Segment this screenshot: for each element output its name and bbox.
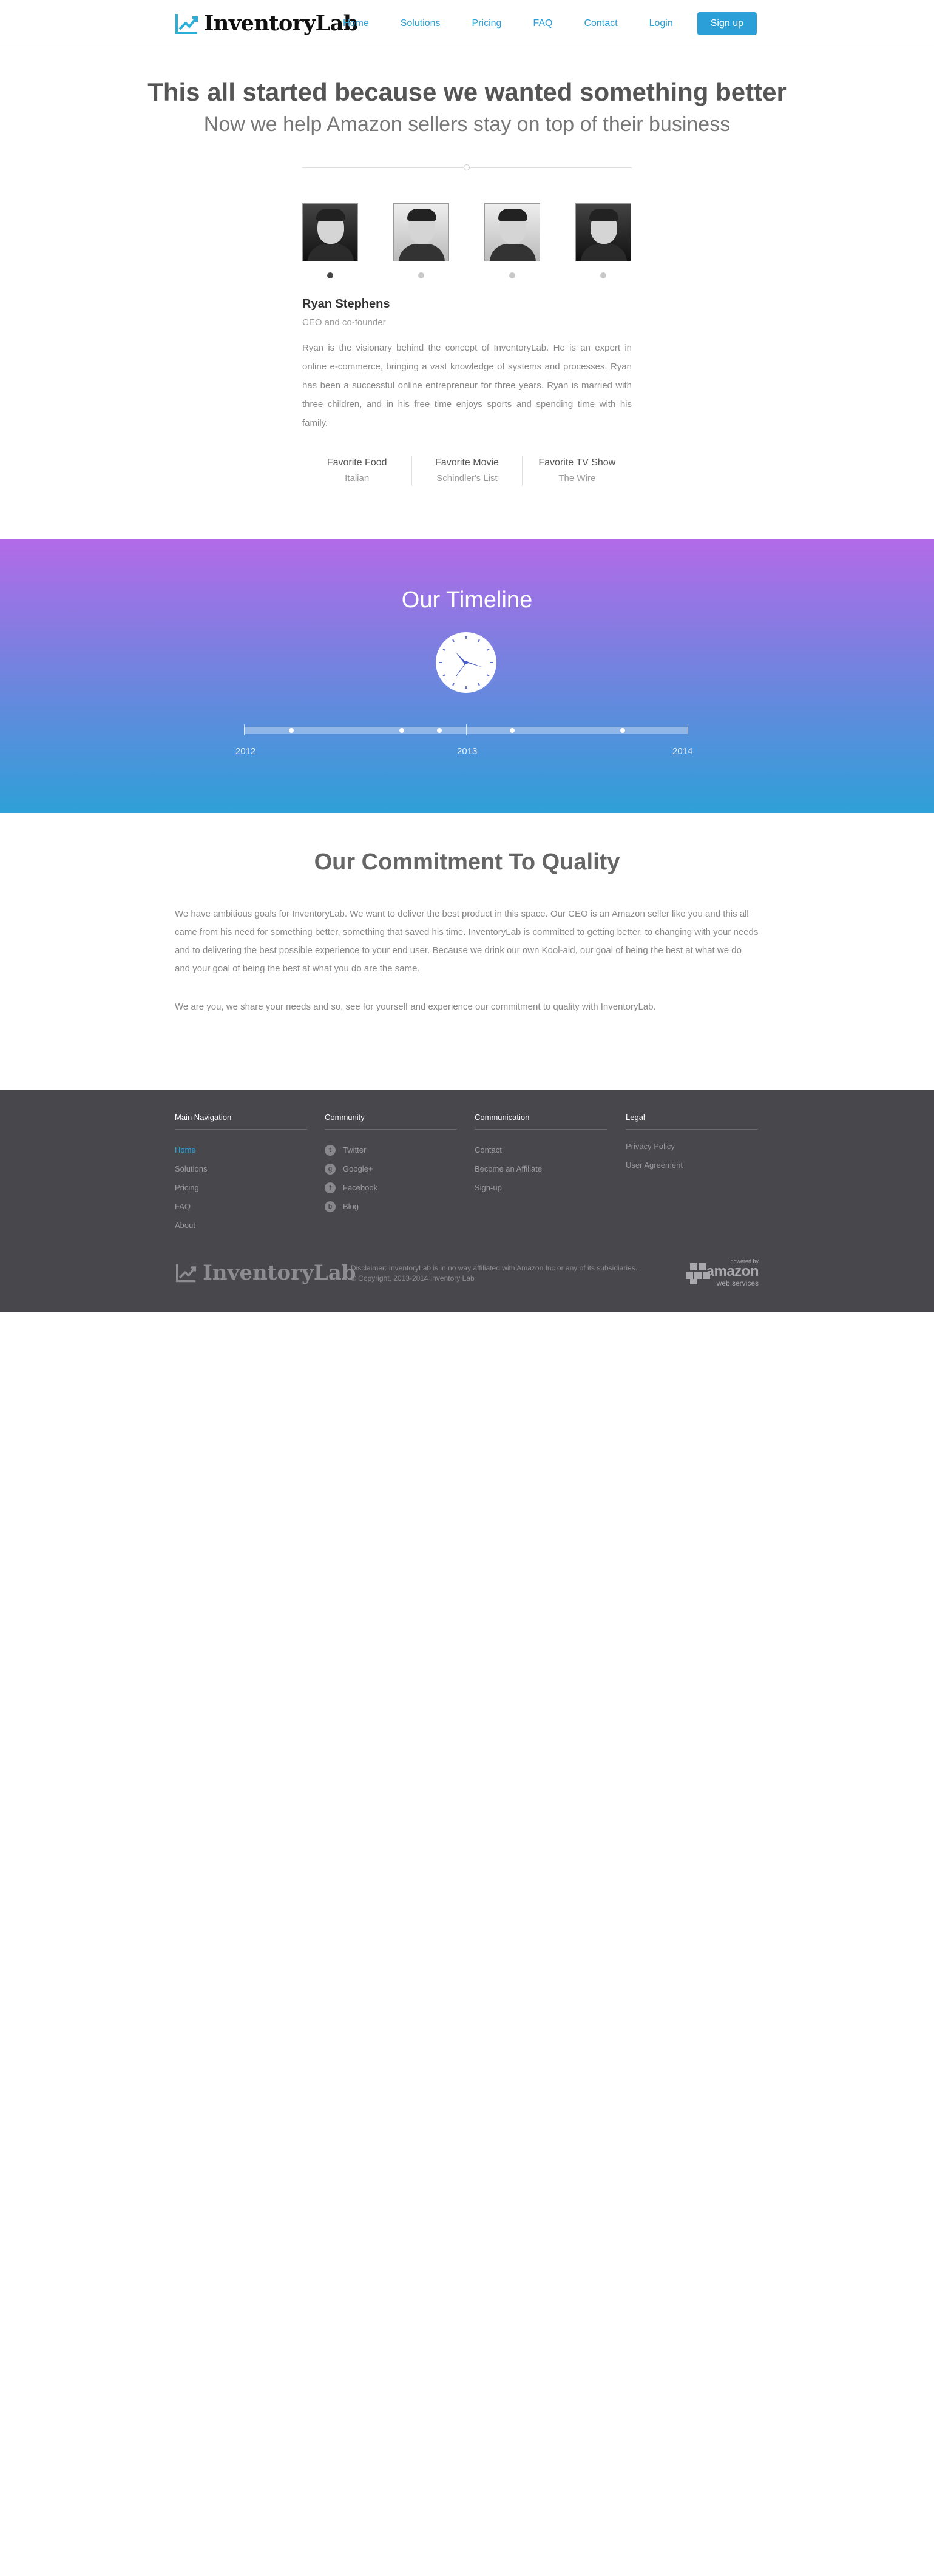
person-name: Ryan Stephens	[302, 297, 390, 311]
favorite-movie: Favorite Movie Schindler's List	[411, 456, 521, 486]
facebook-icon: f	[325, 1182, 336, 1193]
favorite-tv-show: Favorite TV Show The Wire	[521, 456, 632, 486]
page-title: This all started because we wanted somet…	[147, 78, 787, 106]
footer-link-blog[interactable]: b Blog	[325, 1197, 457, 1216]
footer-link-home[interactable]: Home	[175, 1141, 307, 1159]
footer-heading: Legal	[626, 1113, 758, 1130]
timeline-title: Our Timeline	[401, 587, 533, 613]
favorites: Favorite Food Italian Favorite Movie Sch…	[302, 456, 632, 486]
person-bio: Ryan is the visionary behind the concept…	[302, 343, 632, 428]
main-nav: Home Solutions Pricing FAQ Contact Login…	[311, 12, 757, 35]
timeline-event-dot[interactable]	[289, 728, 294, 733]
footer-link-faq[interactable]: FAQ	[175, 1197, 307, 1216]
nav-solutions[interactable]: Solutions	[401, 18, 441, 29]
chart-trend-icon	[175, 13, 198, 34]
google-plus-icon: g	[325, 1163, 336, 1175]
footer-link-privacy[interactable]: Privacy Policy	[626, 1137, 758, 1156]
footer-legal: Legal Privacy Policy User Agreement	[626, 1113, 758, 1175]
nav-contact[interactable]: Contact	[584, 18, 617, 29]
disclaimer-text: Disclaimer: InventoryLab is in no way af…	[351, 1264, 637, 1272]
twitter-icon: t	[325, 1144, 336, 1156]
signup-button[interactable]: Sign up	[697, 12, 757, 35]
timeline-event-dot[interactable]	[399, 728, 404, 733]
team-selector-dot[interactable]	[509, 272, 515, 278]
favorite-value: Italian	[345, 473, 370, 484]
favorite-value: Schindler's List	[436, 473, 498, 484]
footer-link-facebook[interactable]: f Facebook	[325, 1178, 457, 1197]
nav-login[interactable]: Login	[649, 18, 673, 29]
footer-link-affiliate[interactable]: Become an Affiliate	[475, 1159, 607, 1178]
timeline-tick	[466, 724, 467, 735]
footer-logo[interactable]: InventoryLab	[175, 1261, 356, 1285]
team-selector-dot[interactable]	[327, 272, 333, 278]
footer-link-label: Twitter	[343, 1145, 367, 1155]
footer-link-user-agreement[interactable]: User Agreement	[626, 1156, 758, 1175]
footer-heading: Main Navigation	[175, 1113, 307, 1130]
nav-pricing[interactable]: Pricing	[472, 18, 502, 29]
footer-link-twitter[interactable]: t Twitter	[325, 1141, 457, 1159]
footer-heading: Community	[325, 1113, 457, 1130]
timeline-tick	[244, 724, 245, 735]
timeline-section: Our Timeline 2012 2013 2014	[0, 539, 934, 813]
team-selector-dot[interactable]	[600, 272, 606, 278]
divider-dot	[464, 164, 470, 170]
timeline-event-dot[interactable]	[510, 728, 515, 733]
footer-brand-name: InventoryLab	[203, 1261, 356, 1285]
footer-heading: Communication	[475, 1113, 607, 1130]
timeline-year: 2012	[235, 746, 256, 757]
commitment-paragraph: We are you, we share your needs and so, …	[175, 1002, 656, 1012]
favorite-food: Favorite Food Italian	[302, 456, 411, 486]
footer-link-pricing[interactable]: Pricing	[175, 1178, 307, 1197]
team-photo-4[interactable]	[575, 203, 631, 261]
site-footer: Main Navigation Home Solutions Pricing F…	[0, 1090, 934, 1312]
aws-badge[interactable]: powered by amazon web services	[685, 1258, 759, 1287]
timeline-year: 2014	[672, 746, 693, 757]
footer-disclaimer: Disclaimer: InventoryLab is in no way af…	[351, 1263, 637, 1284]
team-photo-1[interactable]	[302, 203, 358, 261]
chart-trend-icon	[176, 1264, 197, 1283]
footer-link-contact[interactable]: Contact	[475, 1141, 607, 1159]
site-header: InventoryLab Home Solutions Pricing FAQ …	[0, 0, 934, 47]
commitment-paragraph: We have ambitious goals for InventoryLab…	[175, 909, 759, 974]
footer-link-googleplus[interactable]: g Google+	[325, 1159, 457, 1178]
team-selector-dot[interactable]	[418, 272, 424, 278]
timeline-year: 2013	[457, 746, 478, 757]
blog-icon: b	[325, 1201, 336, 1212]
favorite-label: Favorite Food	[327, 457, 387, 468]
footer-link-solutions[interactable]: Solutions	[175, 1159, 307, 1178]
favorite-value: The Wire	[558, 473, 596, 484]
page-subtitle: Now we help Amazon sellers stay on top o…	[203, 113, 731, 136]
commitment-title: Our Commitment To Quality	[314, 849, 620, 875]
person-title: CEO and co-founder	[302, 317, 386, 328]
clock-icon	[436, 632, 496, 693]
timeline-event-dot[interactable]	[620, 728, 625, 733]
favorite-label: Favorite TV Show	[538, 457, 616, 468]
aws-web-services: web services	[716, 1279, 759, 1287]
footer-link-label: Google+	[343, 1164, 373, 1173]
copyright-text: © Copyright, 2013-2014 Inventory Lab	[351, 1274, 475, 1283]
aws-amazon: amazon	[706, 1263, 759, 1280]
nav-faq[interactable]: FAQ	[533, 18, 552, 29]
footer-link-label: Facebook	[343, 1183, 378, 1192]
footer-community: Community t Twitter g Google+ f Facebook bB…	[325, 1113, 457, 1216]
footer-communication: Communication Contact Become an Affiliat…	[475, 1113, 607, 1197]
footer-link-signup[interactable]: Sign-up	[475, 1178, 607, 1197]
team-photo-3[interactable]	[484, 203, 540, 261]
nav-home[interactable]: Home	[343, 18, 369, 29]
timeline-event-dot[interactable]	[437, 728, 442, 733]
team-photo-2[interactable]	[393, 203, 449, 261]
footer-main-navigation: Main Navigation Home Solutions Pricing F…	[175, 1113, 307, 1235]
footer-link-label: Blog	[343, 1202, 359, 1211]
favorite-label: Favorite Movie	[435, 457, 499, 468]
footer-link-about[interactable]: About	[175, 1216, 307, 1235]
